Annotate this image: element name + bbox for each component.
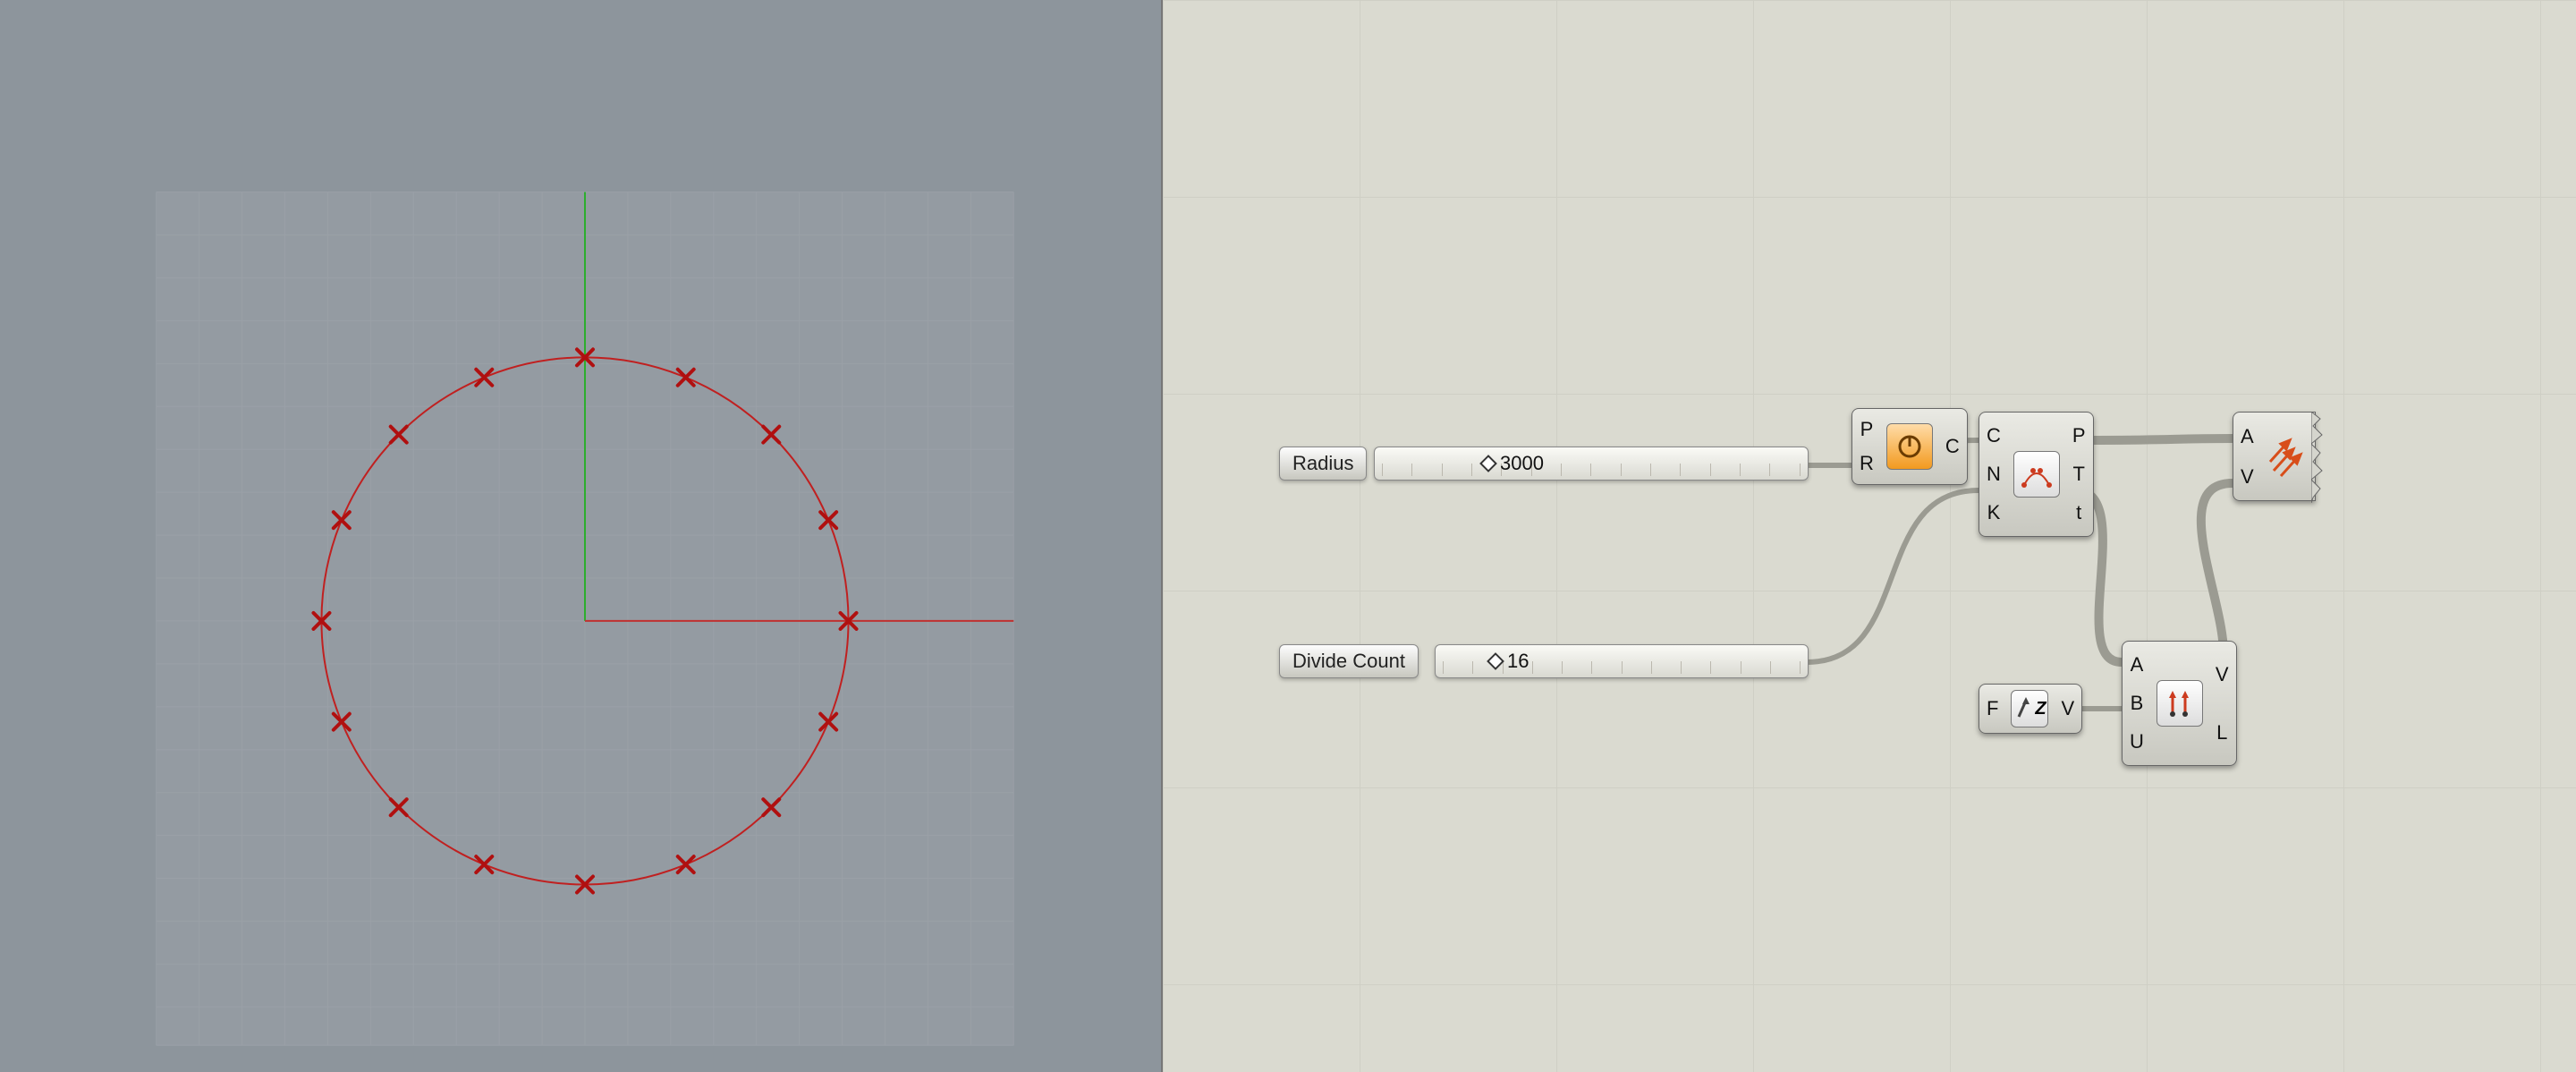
unit-z-icon: Z [2011,690,2048,727]
grasshopper-canvas[interactable]: Radius 3000 Divide Count 16 P R [1163,0,2576,1072]
outputs-col: V L [2208,642,2236,765]
divide-slider-label: Divide Count [1279,644,1419,678]
rhino-viewport[interactable] [0,0,1163,1072]
radius-slider-value: 3000 [1500,452,1544,475]
vector-2pt-node[interactable]: A B U V L [2122,641,2237,766]
divide-slider-value: 16 [1507,650,1529,673]
port-t2-out[interactable]: t [2072,501,2086,524]
label-text: Radius [1292,452,1353,474]
unit-z-label: Z [2035,699,2046,719]
port-v[interactable]: V [2241,465,2254,489]
vector-display-node[interactable]: A V [2233,412,2316,501]
port-v-out[interactable]: V [2216,663,2229,686]
port-a[interactable]: A [2241,425,2254,448]
vector-2pt-icon [2157,680,2203,727]
port-c[interactable]: C [1987,424,2001,447]
divide-curve-icon [2013,451,2060,498]
inputs-col: A V [2233,413,2261,500]
port-f[interactable]: F [1987,697,1998,720]
divide-slider[interactable]: 16 [1435,644,1809,678]
port-p[interactable]: P [1860,418,1874,441]
port-n[interactable]: N [1987,463,2001,486]
port-r[interactable]: R [1860,452,1874,475]
outputs-col: P T t [2065,413,2093,536]
label-text: Divide Count [1292,650,1405,672]
torn-edge-icon [2311,412,2324,503]
inputs-col: C N K [1979,413,2008,536]
port-b[interactable]: B [2130,692,2144,715]
wires-layer [1163,0,2576,1072]
slider-grip-icon[interactable] [1479,455,1497,472]
radius-slider-label: Radius [1279,447,1367,481]
inputs-col: P R [1852,409,1881,484]
port-l-out[interactable]: L [2216,721,2229,744]
inputs-col: A B U [2123,642,2151,765]
port-c-out[interactable]: C [1945,435,1960,458]
port-u[interactable]: U [2130,730,2144,753]
slider-grip-icon[interactable] [1487,652,1504,670]
vector-display-icon [2267,430,2309,483]
port-a[interactable]: A [2130,653,2144,676]
circle-icon [1886,423,1933,470]
outputs-col: C [1938,409,1967,484]
port-p-out[interactable]: P [2072,424,2086,447]
viewport-svg [0,0,1161,1070]
divide-curve-node[interactable]: C N K P T t [1979,412,2094,537]
circle-node[interactable]: P R C [1852,408,1968,485]
port-t-out[interactable]: T [2072,463,2086,486]
radius-slider[interactable]: 3000 [1374,447,1809,481]
port-k[interactable]: K [1987,501,2001,524]
unit-z-node[interactable]: F Z V [1979,684,2082,734]
port-v-out[interactable]: V [2061,697,2074,720]
